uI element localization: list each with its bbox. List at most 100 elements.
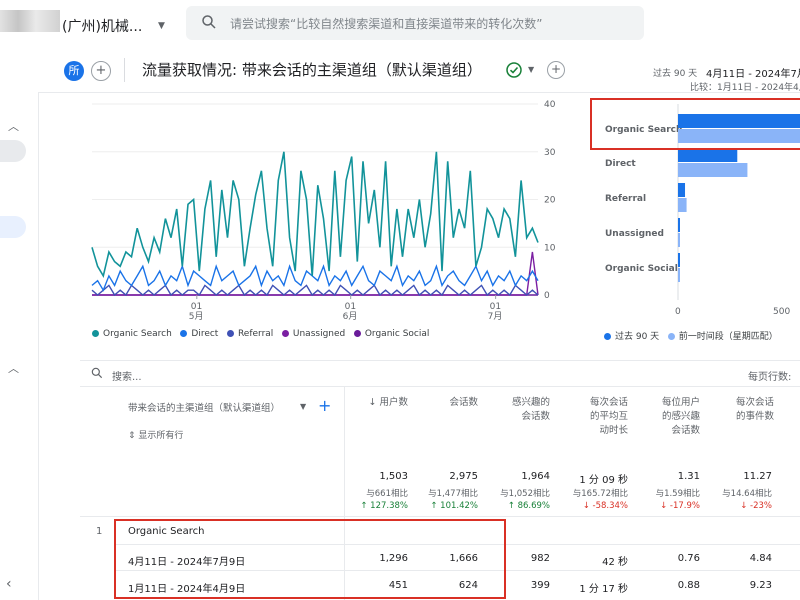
compare-sessions: 与1,477相比 — [428, 489, 478, 499]
chevron-down-icon[interactable]: ▼ — [528, 65, 534, 74]
x-tick-label: 500 — [773, 307, 790, 317]
divider — [80, 516, 800, 517]
bar-category-label: Organic Social — [605, 264, 678, 274]
table-cell: 1 分 17 秒 — [579, 584, 628, 595]
bar-current — [678, 218, 680, 232]
table-cell: 0.88 — [677, 580, 700, 591]
legend-item[interactable]: Organic Social — [353, 329, 429, 339]
total-users: 1,503 — [379, 471, 408, 482]
bar-category-label: Referral — [605, 194, 646, 204]
x-tick-label: 7月 — [488, 311, 503, 322]
y-tick-label: 20 — [544, 196, 556, 206]
divider — [80, 386, 800, 387]
legend-item[interactable]: Organic Search — [92, 329, 172, 339]
highlight-box — [114, 519, 506, 599]
search-icon — [91, 367, 103, 379]
chevron-up-icon[interactable]: ︿ — [8, 118, 19, 134]
change-engagement: ↓ -58.34% — [582, 501, 628, 511]
bar-category-label: Direct — [605, 159, 636, 169]
show-all-rows[interactable]: ⇕ 显示所有行 — [128, 428, 183, 441]
collapse-icon[interactable]: ‹ — [6, 576, 12, 592]
table-search-input[interactable]: 搜索... — [112, 368, 142, 383]
bar-previous — [678, 198, 687, 212]
chevron-up-icon[interactable]: ︿ — [8, 360, 19, 376]
series-line-organic-search — [91, 151, 539, 279]
series-line-direct — [91, 264, 539, 292]
bar-current — [678, 253, 680, 267]
legend-item[interactable]: Direct — [180, 329, 218, 339]
divider — [124, 58, 125, 82]
column-header-sessions[interactable]: 会话数 — [430, 396, 478, 410]
search-placeholder[interactable]: 请尝试搜索“比较自然搜索渠道和直接渠道带来的转化次数” — [230, 15, 542, 32]
change-events: ↓ -23% — [740, 501, 772, 511]
y-tick-label: 10 — [544, 243, 556, 253]
compare-engagement: 与165.72相比 — [572, 489, 628, 499]
legend-item[interactable]: Referral — [226, 329, 273, 339]
bar-legend: 过去 90 天 前一时间段（星期匹配） — [604, 329, 778, 342]
total-events: 11.27 — [743, 471, 772, 482]
legend-item[interactable]: 前一时间段（星期匹配） — [667, 332, 778, 342]
change-engaged: ↑ 86.69% — [507, 501, 550, 511]
bar-category-label: Unassigned — [605, 229, 664, 239]
column-header-events-per-session[interactable]: 每次会话的事件数 — [734, 396, 774, 424]
rows-per-page[interactable]: 每页行数: — [748, 368, 791, 383]
change-users: ↑ 127.38% — [360, 501, 408, 511]
x-tick-label: 01 — [490, 302, 501, 312]
row-index: 1 — [96, 526, 103, 537]
change-per-user: ↓ -17.9% — [660, 501, 700, 511]
total-engaged: 1,964 — [521, 471, 550, 482]
chevron-down-icon[interactable]: ▼ — [158, 21, 165, 31]
bar-previous — [678, 163, 748, 177]
y-tick-label: 30 — [544, 148, 556, 158]
compare-users: 与661相比 — [366, 489, 408, 499]
add-dimension-button[interactable]: + — [318, 396, 331, 415]
column-header-engaged-sessions[interactable]: 感兴趣的会话数 — [510, 396, 550, 424]
compare-per-user: 与1.59相比 — [655, 489, 700, 499]
column-header-engaged-per-user[interactable]: 每位用户的感兴趣会话数 — [660, 396, 700, 438]
rail-item[interactable] — [0, 140, 26, 162]
table-divider — [80, 360, 800, 361]
x-tick-label: 6月 — [343, 311, 358, 322]
x-tick-label: 0 — [675, 307, 681, 317]
left-rail — [0, 46, 39, 600]
line-legend: Organic Search Direct Referral Unassigne… — [92, 329, 429, 339]
bar-previous — [678, 233, 680, 247]
compare-engaged: 与1,052相比 — [500, 489, 550, 499]
bar-current — [678, 148, 738, 162]
total-per-user: 1.31 — [677, 471, 700, 482]
account-name-redacted — [0, 10, 60, 32]
table-cell: 9.23 — [749, 580, 772, 591]
comparison-badge[interactable]: 所 — [64, 61, 84, 81]
date-range[interactable]: 4月11日 - 2024年7月 — [706, 65, 800, 80]
compare-events: 与14.64相比 — [722, 489, 772, 499]
x-tick-label: 5月 — [189, 311, 204, 322]
add-comparison-button[interactable]: + — [91, 61, 111, 81]
table-cell: 4.84 — [749, 553, 772, 564]
series-line-referral — [91, 284, 539, 297]
page-title: 流量获取情况: 带来会话的主渠道组（默认渠道组） — [142, 61, 482, 79]
chevron-down-icon[interactable]: ▼ — [300, 402, 306, 411]
account-name[interactable]: (广州)机械... — [62, 16, 142, 36]
bar-previous — [678, 268, 680, 282]
total-engagement: 1 分 09 秒 — [579, 475, 628, 486]
date-label[interactable]: 过去 90 天 — [653, 66, 697, 79]
x-tick-label: 01 — [191, 302, 202, 312]
legend-item[interactable]: Unassigned — [281, 329, 345, 339]
total-sessions: 2,975 — [449, 471, 478, 482]
legend-item[interactable]: 过去 90 天 — [604, 332, 659, 342]
table-cell: 0.76 — [677, 553, 700, 564]
highlight-box — [590, 98, 800, 150]
bar-current — [678, 183, 686, 197]
y-tick-label: 40 — [544, 100, 556, 110]
change-sessions: ↑ 101.42% — [430, 501, 478, 511]
add-button[interactable]: + — [547, 61, 565, 79]
check-circle-icon[interactable] — [506, 62, 522, 78]
column-header-avg-engagement[interactable]: 每次会话的平均互动时长 — [584, 396, 628, 438]
y-tick-label: 0 — [544, 291, 550, 301]
x-tick-label: 01 — [345, 302, 356, 312]
table-cell: 42 秒 — [602, 557, 628, 568]
search-icon — [202, 15, 216, 29]
column-header-users[interactable]: ↓ 用户数 — [356, 396, 408, 410]
dimension-header[interactable]: 带来会话的主渠道组（默认渠道组） — [128, 400, 280, 414]
rail-item-active[interactable] — [0, 216, 26, 238]
